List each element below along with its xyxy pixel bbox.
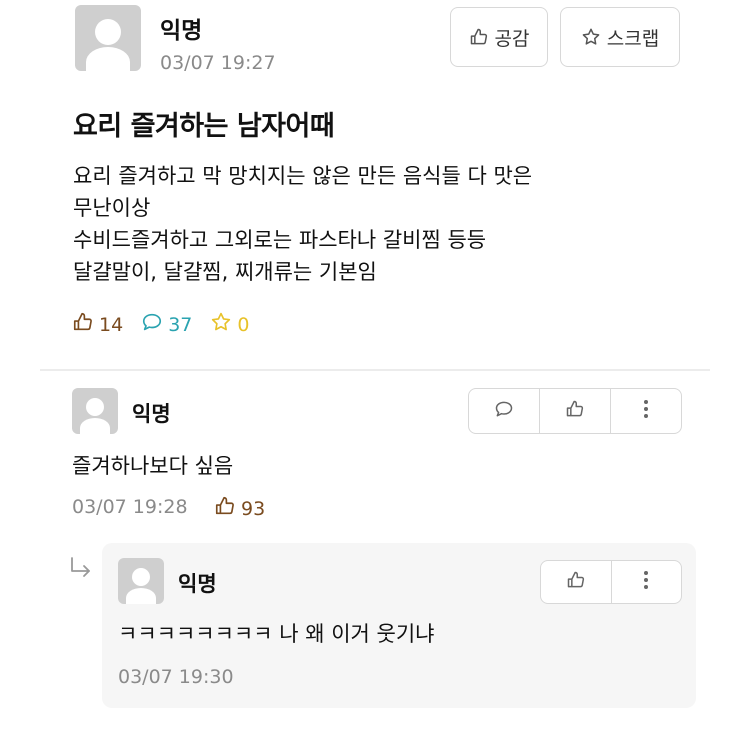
comment-like-button[interactable] bbox=[540, 389, 611, 433]
scrap-button-label: 스크랩 bbox=[606, 27, 660, 50]
speech-bubble-icon bbox=[141, 311, 163, 338]
thumbs-up-icon bbox=[566, 570, 586, 594]
thumbs-up-icon bbox=[214, 495, 236, 522]
speech-bubble-icon bbox=[494, 399, 514, 423]
reply-like-button[interactable] bbox=[541, 561, 612, 603]
post-comment-stat: 37 bbox=[141, 311, 192, 338]
reply-text: ㅋㅋㅋㅋㅋㅋㅋㅋ 나 왜 이거 웃기냐 bbox=[118, 622, 435, 646]
post-author-name: 익명 bbox=[160, 18, 203, 44]
post-stats: 14 37 0 bbox=[72, 311, 267, 338]
reply-author-avatar bbox=[118, 558, 164, 604]
post-body: 요리 즐겨하고 막 망치지는 않은 만든 음식들 다 맛은 무난이상 수비드즐겨… bbox=[73, 160, 532, 288]
thumbs-up-icon bbox=[565, 399, 585, 423]
post-body-line: 요리 즐겨하고 막 망치지는 않은 만든 음식들 다 맛은 bbox=[73, 164, 533, 188]
post-scrap-count: 0 bbox=[237, 313, 250, 336]
like-button-label: 공감 bbox=[494, 27, 530, 50]
comment-like-stat: 93 bbox=[214, 495, 265, 522]
post-like-stat: 14 bbox=[72, 311, 123, 338]
post-author-avatar bbox=[75, 5, 141, 71]
comment-author-avatar bbox=[72, 388, 118, 434]
post-body-line: 수비드즐겨하고 그외로는 파스타나 갈비찜 등등 bbox=[73, 228, 487, 252]
post-timestamp: 03/07 19:27 bbox=[160, 52, 276, 74]
divider bbox=[40, 369, 710, 371]
comment-author-name: 익명 bbox=[132, 402, 171, 426]
post-scrap-stat: 0 bbox=[210, 311, 249, 338]
post-like-count: 14 bbox=[99, 313, 124, 336]
scrap-button[interactable]: 스크랩 bbox=[560, 7, 680, 67]
reply-actions bbox=[540, 560, 682, 604]
comment-timestamp: 03/07 19:28 bbox=[72, 496, 188, 518]
post-body-line: 달걀말이, 달걀찜, 찌개류는 기본임 bbox=[73, 260, 377, 284]
thumbs-up-icon bbox=[72, 311, 94, 338]
comment-actions bbox=[468, 388, 682, 434]
reply-more-button[interactable] bbox=[612, 561, 682, 603]
star-icon bbox=[210, 311, 232, 338]
like-button[interactable]: 공감 bbox=[450, 7, 548, 67]
reply-author-name: 익명 bbox=[178, 572, 217, 596]
more-vertical-icon bbox=[643, 570, 649, 594]
post-title: 요리 즐겨하는 남자어때 bbox=[73, 111, 335, 142]
comment-text: 즐겨하나보다 싶음 bbox=[72, 454, 234, 478]
reply-timestamp: 03/07 19:30 bbox=[118, 666, 234, 688]
reply-arrow-icon bbox=[68, 556, 94, 584]
post-comment-count: 37 bbox=[168, 313, 193, 336]
post-body-line: 무난이상 bbox=[73, 196, 151, 220]
comment-more-button[interactable] bbox=[611, 389, 681, 433]
star-icon bbox=[581, 27, 601, 47]
more-vertical-icon bbox=[643, 399, 649, 423]
comment-reply-button[interactable] bbox=[469, 389, 540, 433]
comment-like-count: 93 bbox=[241, 497, 266, 520]
thumbs-up-icon bbox=[469, 27, 489, 47]
